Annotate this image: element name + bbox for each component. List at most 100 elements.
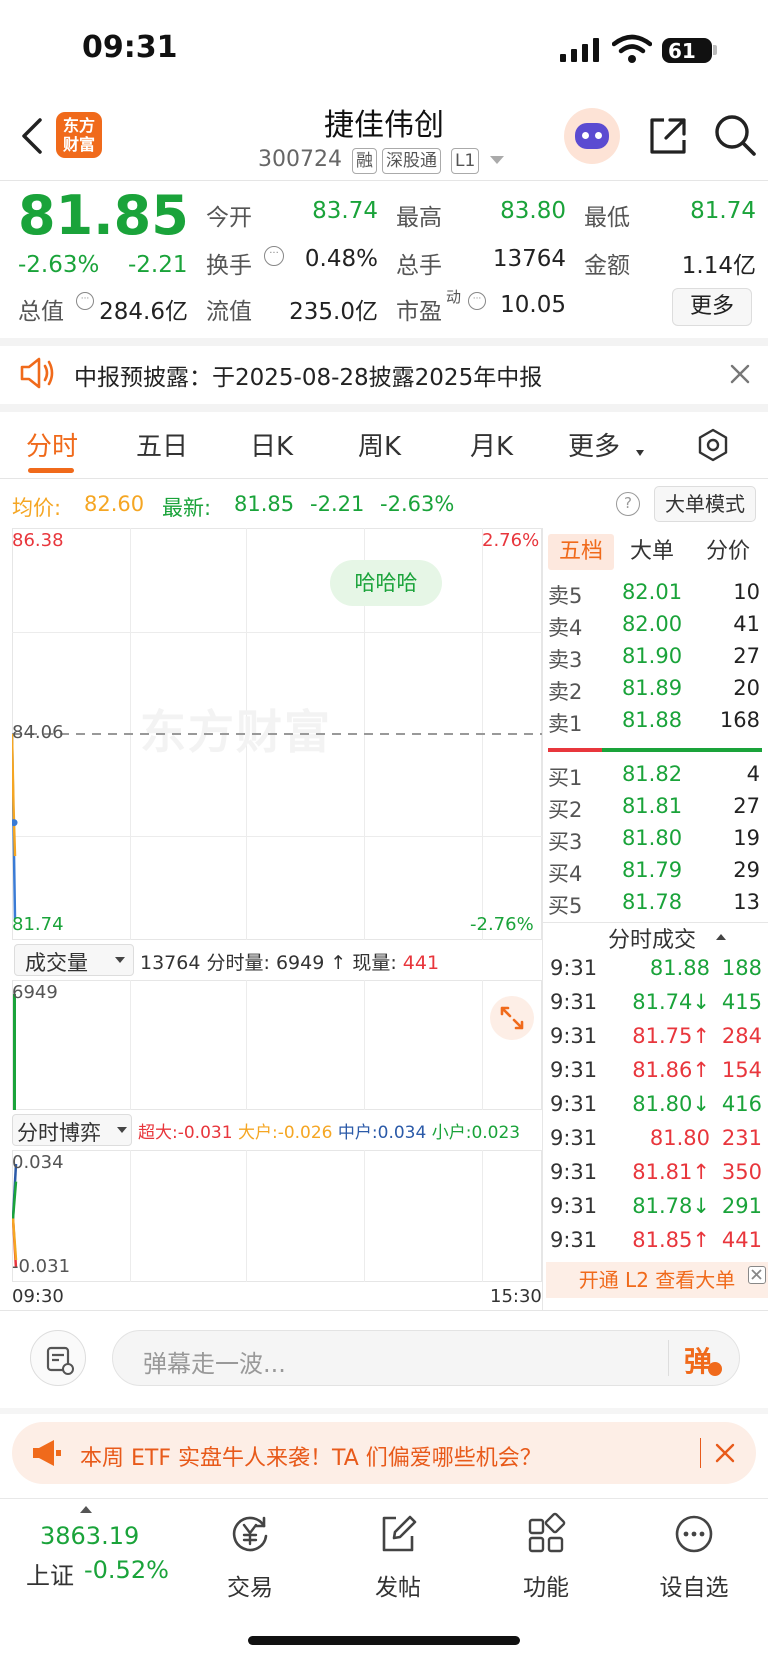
- ask-row[interactable]: 卖4 82.00 41: [548, 612, 760, 642]
- info-dots-icon[interactable]: ···: [264, 246, 284, 266]
- x-end-label: 15:30: [490, 1286, 542, 1307]
- float-cap-value: 235.0亿: [289, 299, 378, 325]
- latest-change-pct: -2.63%: [380, 492, 455, 516]
- index-expand-arrow-icon[interactable]: [80, 1506, 92, 1513]
- expand-icon[interactable]: [490, 996, 534, 1040]
- share-icon[interactable]: [646, 114, 690, 158]
- close-icon[interactable]: [728, 362, 752, 386]
- danmaku-send-divider: [668, 1340, 669, 1376]
- close-icon[interactable]: [714, 1442, 736, 1464]
- corner-arrow-icon: [636, 450, 644, 456]
- latest-label: 最新:: [162, 496, 212, 520]
- index-name[interactable]: 上证: [26, 1556, 74, 1591]
- ask-row[interactable]: 卖1 81.88 168: [548, 708, 760, 738]
- trade-row[interactable]: 9:31 81.78↓ 291: [550, 1194, 762, 1226]
- pe-value: 10.05: [500, 292, 566, 318]
- orderbook-tab-big[interactable]: 大单: [630, 534, 674, 570]
- flow-legend: 超大:-0.031 大户:-0.026 中户:0.034 小户:0.023: [138, 1123, 521, 1143]
- tab-monthly-k[interactable]: 月K: [470, 426, 513, 463]
- info-dots-icon[interactable]: ···: [468, 292, 486, 310]
- flow-min-label: -0.031: [12, 1256, 71, 1277]
- trade-row[interactable]: 9:31 81.88 188: [550, 956, 762, 988]
- tab-five-day[interactable]: 五日: [136, 426, 188, 463]
- tag-margin: 融: [352, 148, 377, 174]
- ask-row[interactable]: 卖5 82.01 10: [548, 580, 760, 610]
- volume-bar: [13, 994, 16, 1110]
- flow-selector[interactable]: 分时博弈: [12, 1114, 132, 1146]
- promo-text[interactable]: 本周 ETF 实盘牛人来袭！TA 们偏爱哪些机会？: [80, 1440, 542, 1472]
- flow-lines-svg: [12, 1163, 18, 1269]
- volume-bars-svg: [13, 994, 16, 1110]
- dropdown-icon[interactable]: [490, 156, 504, 164]
- volume-selector[interactable]: 成交量: [14, 944, 134, 976]
- index-change[interactable]: -0.52%: [84, 1556, 169, 1584]
- trade-row[interactable]: 9:31 81.85↑ 441: [550, 1228, 762, 1260]
- bid-row[interactable]: 买5 81.78 13: [548, 890, 760, 920]
- header-divider: [0, 180, 768, 181]
- home-indicator: [248, 1636, 520, 1645]
- market-cap-value: 284.6亿: [99, 299, 188, 325]
- yen-exchange-icon: [228, 1512, 272, 1556]
- pct-min-label: -2.76%: [470, 914, 534, 935]
- tab-daily-k[interactable]: 日K: [250, 426, 293, 463]
- help-icon[interactable]: ?: [616, 492, 640, 516]
- orderbook-tab-five[interactable]: 五档: [548, 534, 614, 570]
- latest-value: 81.85: [234, 492, 295, 516]
- latest-change: -2.21: [310, 492, 365, 516]
- trade-row[interactable]: 9:31 81.86↑ 154: [550, 1058, 762, 1090]
- orderbook-tab-price[interactable]: 分价: [706, 534, 750, 570]
- search-icon[interactable]: [712, 112, 758, 158]
- tab-more[interactable]: 更多: [568, 426, 620, 463]
- comment-divider: [0, 1408, 768, 1414]
- index-value[interactable]: 3863.19: [40, 1522, 139, 1550]
- send-check-icon: [708, 1362, 722, 1376]
- info-dots-icon[interactable]: ···: [76, 292, 94, 310]
- big-order-mode-button[interactable]: 大单模式: [654, 486, 756, 522]
- bid-row[interactable]: 买3 81.80 19: [548, 826, 760, 856]
- x-start-label: 09:30: [12, 1286, 64, 1307]
- l2-banner[interactable]: 开通 L2 查看大单: [546, 1262, 768, 1298]
- volume-info: 13764 分时量: 6949 ↑ 现量: 441: [140, 952, 440, 974]
- bid-row[interactable]: 买1 81.82 4: [548, 762, 760, 792]
- y-min-label: 81.74: [12, 914, 64, 935]
- turnover-label: 换手: [206, 253, 252, 279]
- tab-intraday[interactable]: 分时: [26, 426, 78, 463]
- comment-bubble[interactable]: 哈哈哈: [330, 560, 442, 606]
- chevron-down-icon: [115, 957, 125, 963]
- settings-gear-icon[interactable]: [696, 428, 730, 462]
- stock-code: 300724: [258, 147, 342, 172]
- robot-assistant-icon[interactable]: [564, 108, 620, 164]
- trade-row[interactable]: 9:31 81.80 231: [550, 1126, 762, 1158]
- open-label: 今开: [206, 205, 252, 231]
- ask-row[interactable]: 卖2 81.89 20: [548, 676, 760, 706]
- close-icon[interactable]: [748, 1266, 766, 1284]
- pe-label: 市盈: [396, 299, 442, 325]
- amount-label: 金额: [584, 253, 630, 279]
- change-amount: -2.21: [128, 252, 188, 278]
- danmaku-input[interactable]: 弹幕走一波...: [112, 1330, 740, 1386]
- low-value: 81.74: [690, 198, 756, 224]
- open-value: 83.74: [312, 198, 378, 224]
- bid-ask-ratio-bar-red: [548, 748, 602, 752]
- chart-bottom-divider: [0, 1310, 768, 1311]
- status-time: 09:31: [82, 30, 178, 65]
- more-button[interactable]: 更多: [672, 288, 752, 326]
- quote-divider: [0, 338, 768, 346]
- trade-row[interactable]: 9:31 81.81↑ 350: [550, 1160, 762, 1192]
- high-label: 最高: [396, 205, 442, 231]
- danmaku-send-button[interactable]: 弹: [684, 1340, 712, 1380]
- orderbook-panel-divider: [542, 528, 543, 1310]
- trade-row[interactable]: 9:31 81.80↓ 416: [550, 1092, 762, 1124]
- collapse-arrow-icon[interactable]: [716, 934, 726, 940]
- bid-row[interactable]: 买2 81.81 27: [548, 794, 760, 824]
- notice-text[interactable]: 中报预披露：于2025-08-28披露2025年中报: [74, 358, 542, 392]
- ask-row[interactable]: 卖3 81.90 27: [548, 644, 760, 674]
- battery-level: 61: [668, 39, 696, 63]
- turnover-value: 0.48%: [304, 246, 378, 272]
- trade-row[interactable]: 9:31 81.74↓ 415: [550, 990, 762, 1022]
- trade-row[interactable]: 9:31 81.75↑ 284: [550, 1024, 762, 1056]
- trades-title[interactable]: 分时成交: [608, 922, 696, 954]
- tab-weekly-k[interactable]: 周K: [358, 426, 401, 463]
- bid-row[interactable]: 买4 81.79 29: [548, 858, 760, 888]
- danmaku-settings-icon[interactable]: [30, 1330, 86, 1386]
